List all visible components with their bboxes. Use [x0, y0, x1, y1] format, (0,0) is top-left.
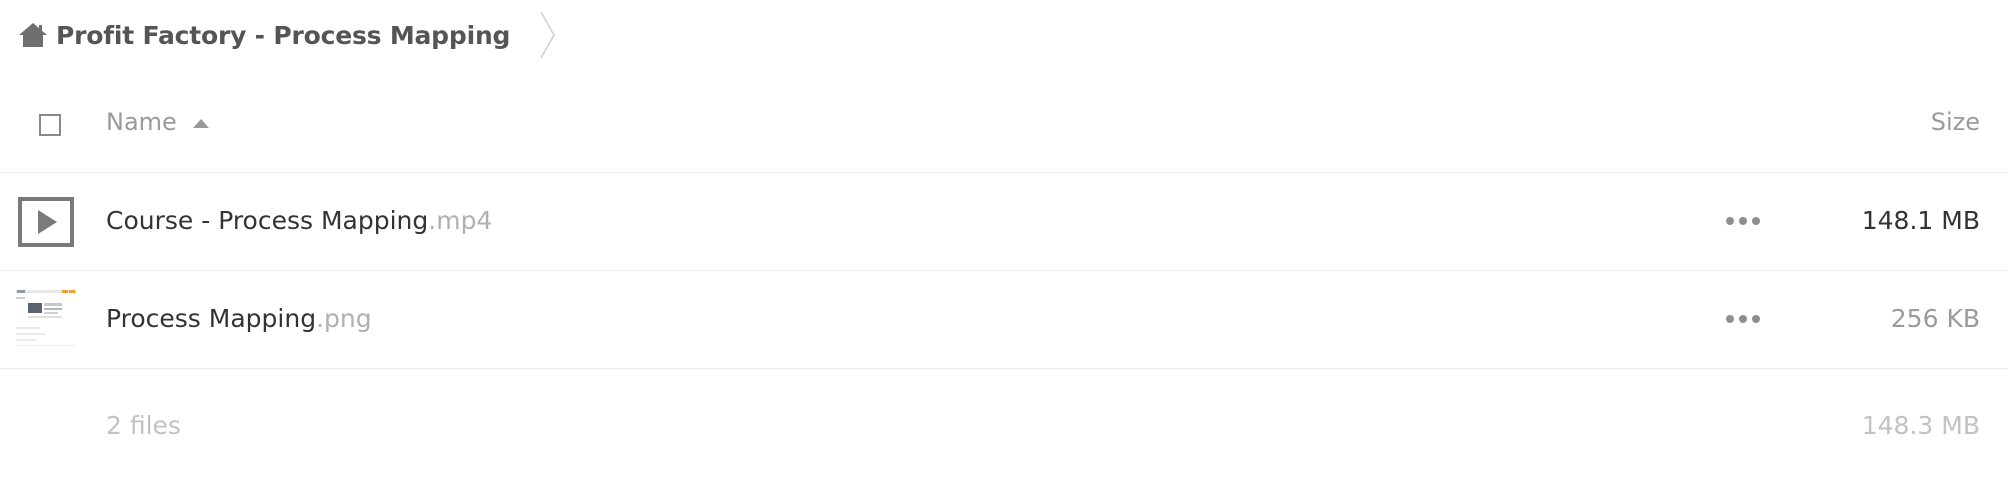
- total-size: 148.3 MB: [1861, 411, 1980, 440]
- breadcrumb: Profit Factory - Process Mapping: [18, 10, 558, 60]
- size-column-header[interactable]: Size: [1931, 108, 1980, 136]
- table-header: Name Size: [0, 88, 2008, 173]
- file-size: 148.1 MB: [1861, 206, 1980, 235]
- more-horizontal-icon: [1726, 217, 1734, 225]
- file-name-link[interactable]: Process Mapping.png: [106, 304, 372, 333]
- more-actions-button[interactable]: [1726, 211, 1760, 231]
- table-row[interactable]: Course - Process Mapping.mp4 148.1 MB: [0, 173, 2008, 271]
- table-row[interactable]: Process Mapping.png 256 KB: [0, 271, 2008, 369]
- select-all-checkbox[interactable]: [39, 114, 61, 136]
- file-base-name: Process Mapping: [106, 304, 317, 333]
- home-icon[interactable]: [18, 22, 48, 48]
- file-size: 256 KB: [1890, 304, 1980, 333]
- more-horizontal-icon: [1726, 315, 1734, 323]
- file-table: Name Size Course - Process Mapping.mp4 1…: [0, 88, 2008, 479]
- file-extension: .png: [316, 304, 372, 333]
- table-summary: 2 files 148.3 MB: [0, 369, 2008, 479]
- video-play-icon[interactable]: [18, 197, 74, 247]
- file-extension: .mp4: [428, 206, 493, 235]
- sort-ascending-icon: [192, 118, 209, 128]
- image-thumbnail[interactable]: [14, 287, 78, 351]
- file-count: 2 files: [106, 411, 181, 440]
- name-column-header[interactable]: Name: [106, 108, 209, 136]
- file-base-name: Course - Process Mapping: [106, 206, 429, 235]
- breadcrumb-current-folder[interactable]: Profit Factory - Process Mapping: [56, 21, 510, 50]
- chevron-right-icon: [538, 10, 558, 60]
- file-name-link[interactable]: Course - Process Mapping.mp4: [106, 206, 492, 235]
- more-actions-button[interactable]: [1726, 309, 1760, 329]
- name-column-label: Name: [106, 108, 177, 136]
